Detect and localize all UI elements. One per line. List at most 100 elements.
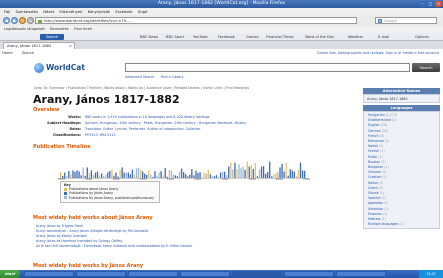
find-library-link[interactable]: Find a Library — [161, 75, 184, 79]
language-name: Russian — [368, 159, 382, 164]
site-nav-home[interactable]: Home — [2, 51, 13, 55]
timeline-bar — [217, 176, 220, 178]
bookmark-most-visited[interactable]: Legtöbbször látogatott — [4, 27, 45, 31]
menu-edit[interactable]: Szerkesztés — [16, 9, 38, 14]
publication-timeline-chart[interactable] — [58, 159, 308, 179]
works-about-heading: Most widely held works about János Arany — [33, 215, 153, 221]
timeline-bar — [156, 176, 158, 178]
menu-bookmarks[interactable]: Könyvjelzők — [88, 9, 111, 14]
site-nav: Home Search — [2, 50, 42, 56]
timeline-bar — [291, 170, 293, 178]
languages-list: Hungarian (1,274) Undetermined (1) English… — [363, 111, 440, 230]
extension-toolbar: Search BBC News BBC Sport YouTube Facebo… — [0, 33, 443, 41]
window-titlebar: Arany, János 1817-1882 [WorldCat.org] - … — [0, 0, 443, 8]
timeline-bar — [150, 174, 152, 178]
start-button[interactable]: start — [0, 270, 20, 278]
taskbar-item[interactable] — [128, 271, 178, 277]
taskbar-item[interactable] — [232, 271, 282, 277]
language-count: (1) — [378, 154, 383, 159]
timeline-bar — [289, 169, 291, 178]
jump-to-links[interactable]: Jump To: Overview | Publication Timeline… — [34, 86, 249, 91]
timeline-bar — [174, 175, 177, 178]
toolbar-games[interactable]: Games — [246, 33, 259, 41]
overview-value[interactable]: Authors, Hungarian--19th century · Poets… — [85, 121, 355, 126]
timeline-bar — [131, 169, 134, 178]
timeline-bar — [185, 174, 187, 178]
toolbar-bbc-news[interactable]: BBC News — [140, 33, 158, 41]
bookmark-getting-started[interactable]: Bevezetés — [50, 27, 69, 31]
search-options: Advanced Search Find a Library — [125, 75, 189, 80]
timeline-bar — [211, 176, 213, 178]
site-search-input[interactable] — [125, 63, 410, 72]
toolbar-email[interactable]: E-mail — [378, 33, 389, 41]
home-icon[interactable]: ⌂ — [27, 16, 34, 24]
tab-worldcat[interactable]: Arany, János 1817-1882 [WorldCat.or... × — [3, 42, 75, 55]
timeline-bar — [125, 172, 127, 178]
taskbar-item[interactable] — [284, 271, 334, 277]
timeline-bar — [295, 176, 298, 178]
timeline-bar — [127, 172, 129, 178]
maximize-icon[interactable]: □ — [427, 1, 434, 7]
toolbar-weather[interactable]: Weather — [348, 33, 363, 41]
timeline-bar — [187, 176, 189, 178]
timeline-bar — [105, 174, 107, 178]
page-content: Home Search Create lists, bibliographies… — [0, 49, 443, 270]
toolbar-financial-times[interactable]: Financial Times — [266, 33, 294, 41]
overview-value[interactable]: PH3213, 894.5111 — [85, 133, 355, 138]
address-bar[interactable]: http://www.worldcat.org/identities/lccn-… — [35, 17, 357, 24]
advanced-search-link[interactable]: Advanced Search — [125, 75, 154, 79]
account-links[interactable]: Create lists, bibliographies and reviews… — [317, 50, 439, 56]
timeline-bar — [70, 174, 72, 178]
menu-view[interactable]: Nézet — [43, 9, 54, 14]
taskbar-item[interactable] — [76, 271, 126, 277]
timeline-bar — [269, 161, 271, 178]
navigation-bar: ◀ ▶ ↻ ⌂ http://www.worldcat.org/identiti… — [0, 15, 443, 26]
menu-history[interactable]: Előzmények — [59, 9, 82, 14]
timeline-bar — [78, 171, 80, 178]
timeline-tick-label: 2010 — [303, 177, 311, 181]
address-text: http://www.worldcat.org/identities/lccn-… — [44, 18, 131, 23]
menubar: Fájl Szerkesztés Nézet Előzmények Könyvj… — [0, 8, 443, 15]
works-by-heading: Most widely held works by János Arany — [33, 263, 144, 269]
timeline-bar — [129, 174, 131, 178]
timeline-bar — [72, 170, 74, 178]
menu-help[interactable]: Súgó — [138, 9, 148, 14]
timeline-heading: Publication Timeline — [33, 144, 91, 150]
bookmark-latest-headlines[interactable]: Friss hírek — [74, 27, 92, 31]
timeline-bar — [201, 176, 203, 178]
overview-value[interactable]: Translator, Editor, Lyricist, Performer,… — [85, 127, 355, 132]
taskbar-item[interactable] — [24, 271, 74, 277]
list-item[interactable]: Az el tam érti kezzemséglő : Elemzések A… — [33, 244, 373, 249]
worldcat-logo[interactable]: WorldCat — [34, 61, 85, 75]
close-window-icon[interactable]: × — [435, 1, 442, 7]
menu-tools[interactable]: Eszközök — [115, 9, 132, 14]
toolbar-facebook[interactable]: Facebook — [218, 33, 235, 41]
menu-file[interactable]: Fájl — [4, 9, 10, 14]
reload-icon[interactable]: ↻ — [19, 16, 26, 24]
timeline-bar — [158, 172, 160, 178]
toolbar-youtube[interactable]: YouTube — [193, 33, 208, 41]
browser-search-input[interactable]: g Google — [375, 17, 437, 24]
language-count: (1,274) — [385, 113, 398, 117]
toolbar-options[interactable]: Options — [415, 33, 429, 41]
language-item[interactable]: Multiple languages (2) — [364, 222, 439, 227]
toolbar-search-button[interactable]: Search — [40, 34, 64, 40]
toolbar-word-of-day[interactable]: Word of the Day — [305, 33, 334, 41]
language-name: Ukrainian — [368, 206, 385, 211]
taskbar-item[interactable] — [336, 271, 386, 277]
timeline-bar — [297, 169, 300, 178]
timeline-bar — [135, 168, 138, 178]
language-name: German — [368, 128, 382, 133]
language-name: Hebrew — [368, 217, 382, 222]
timeline-bar — [230, 162, 232, 178]
site-nav-search[interactable]: Search — [22, 51, 34, 55]
toolbar-bbc-sport[interactable]: BBC Sport — [166, 33, 184, 41]
back-icon[interactable]: ◀ — [3, 16, 10, 24]
minimize-icon[interactable]: – — [419, 1, 426, 7]
forward-icon[interactable]: ▶ — [11, 16, 18, 24]
site-search-button[interactable]: Search — [412, 63, 440, 72]
timeline-key: Key Publications about János Arany Publi… — [60, 181, 160, 203]
timeline-bar — [178, 171, 181, 178]
taskbar-item[interactable] — [180, 271, 230, 277]
timeline-bar — [205, 173, 207, 178]
